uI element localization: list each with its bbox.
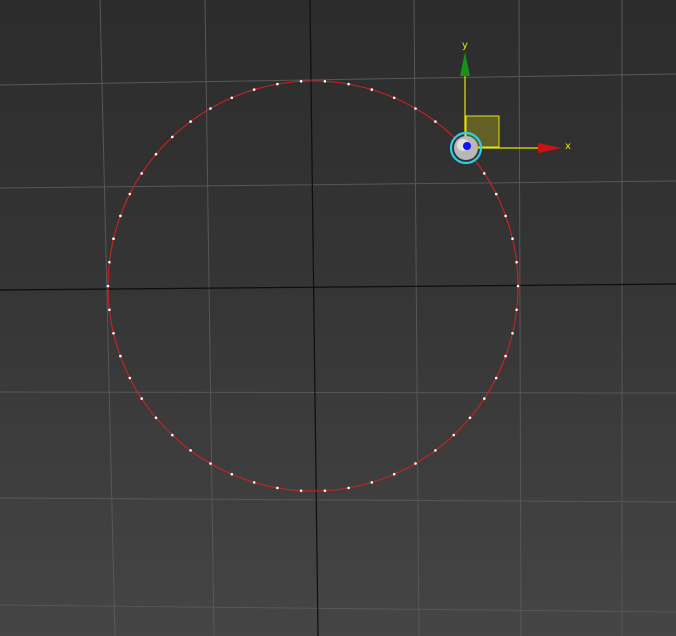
- viewport-canvas[interactable]: y x: [0, 0, 676, 636]
- spline-vertex: [171, 135, 174, 139]
- spline-vertex: [276, 486, 279, 490]
- gizmo-x-arrow[interactable]: [538, 143, 562, 153]
- spline-vertex: [434, 120, 437, 123]
- spline-vertex: [468, 416, 472, 420]
- spline-vertex: [494, 192, 498, 196]
- gizmo-x-label: x: [565, 141, 571, 152]
- spline-vertex: [504, 354, 507, 358]
- spline-vertex: [252, 481, 256, 484]
- spline-vertex: [515, 308, 518, 312]
- viewport-grid: [0, 0, 676, 636]
- world-y-axis: [309, 0, 319, 636]
- spline-vertex: [299, 80, 303, 83]
- spline-vertex: [434, 449, 437, 452]
- spline-vertex: [299, 489, 303, 493]
- spline-vertex: [276, 82, 279, 86]
- spline-vertex: [112, 332, 115, 335]
- grid-line: [0, 497, 676, 503]
- spline-vertex: [347, 486, 350, 490]
- gizmo-y-label: y: [462, 40, 468, 51]
- spline-vertex: [171, 433, 174, 437]
- spline-vertex: [112, 237, 115, 240]
- grid-line: [0, 604, 676, 613]
- move-transform-gizmo-icon[interactable]: y x: [449, 40, 571, 165]
- spline-vertex: [414, 107, 417, 110]
- grid-line: [413, 0, 420, 636]
- grid-line: [204, 0, 215, 636]
- perspective-viewport[interactable]: y x: [0, 0, 676, 636]
- spline-vertex: [452, 433, 456, 437]
- spline-vertex: [209, 462, 212, 465]
- spline-vertex: [140, 397, 143, 400]
- spline-vertex: [511, 332, 514, 335]
- spline-vertex: [370, 88, 374, 91]
- spline-vertex: [515, 260, 518, 264]
- spline-vertex: [108, 308, 111, 312]
- spline-vertex: [209, 107, 212, 110]
- spline-vertex: [119, 354, 122, 358]
- grid-line: [99, 0, 116, 636]
- pivot-point-icon[interactable]: [449, 131, 483, 165]
- spline-vertex: [230, 472, 234, 476]
- spline-vertex: [392, 96, 396, 100]
- spline-vertex: [154, 416, 158, 420]
- spline-vertex: [252, 88, 256, 91]
- spline-vertex: [128, 376, 132, 380]
- spline-vertex: [347, 82, 350, 86]
- spline-vertex: [189, 449, 192, 452]
- spline-vertex: [189, 120, 192, 123]
- spline-vertex: [504, 214, 507, 218]
- spline-vertex: [119, 214, 122, 218]
- spline-vertex: [414, 462, 417, 465]
- spline-vertex: [370, 481, 374, 484]
- spline-vertex: [128, 192, 132, 196]
- grid-line: [0, 180, 676, 189]
- spline-vertex: [154, 152, 158, 156]
- spline-vertex: [494, 376, 498, 380]
- grid-line: [518, 0, 522, 636]
- spline-vertex: [483, 172, 486, 175]
- pivot-center: [463, 142, 471, 150]
- gizmo-y-arrow[interactable]: [460, 52, 470, 76]
- spline-vertex: [106, 284, 110, 288]
- world-axes: [0, 0, 676, 636]
- spline-vertex: [108, 260, 111, 264]
- spline-vertex: [483, 397, 486, 400]
- spline-vertex: [323, 489, 327, 493]
- spline-vertex: [516, 284, 520, 288]
- spline-vertex: [392, 472, 396, 476]
- spline-vertex: [511, 237, 514, 240]
- grid-line: [0, 391, 676, 394]
- spline-vertex: [140, 172, 143, 175]
- spline-vertex: [230, 96, 234, 100]
- world-x-axis: [0, 283, 676, 291]
- spline-vertex: [323, 80, 327, 83]
